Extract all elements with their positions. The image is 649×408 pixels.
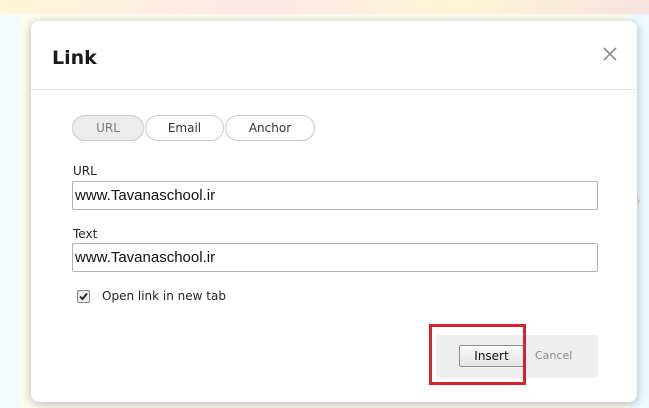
cancel-button[interactable]: Cancel [535,349,572,362]
insert-button[interactable]: Insert [459,345,524,367]
tab-email[interactable]: Email [145,115,224,141]
background-text-fragment: › [636,194,641,208]
tab-url[interactable]: URL [72,115,144,141]
new-tab-checkbox[interactable] [77,289,90,303]
header-divider [31,89,637,90]
new-tab-label: Open link in new tab [102,289,226,303]
background-left [0,14,20,408]
tab-anchor[interactable]: Anchor [225,115,315,141]
url-label: URL [73,164,97,178]
url-input[interactable] [72,181,598,210]
text-label: Text [73,227,98,241]
close-button[interactable] [597,41,623,67]
dialog-title: Link [52,47,97,69]
text-input[interactable] [72,243,598,272]
close-icon [603,47,617,61]
checkmark-icon [79,292,88,300]
link-dialog: Link URL Email Anchor URL Text Open link… [31,21,637,402]
dialog-footer: Insert Cancel [436,335,598,378]
background-top [0,0,649,14]
new-tab-option: Open link in new tab [77,289,226,303]
